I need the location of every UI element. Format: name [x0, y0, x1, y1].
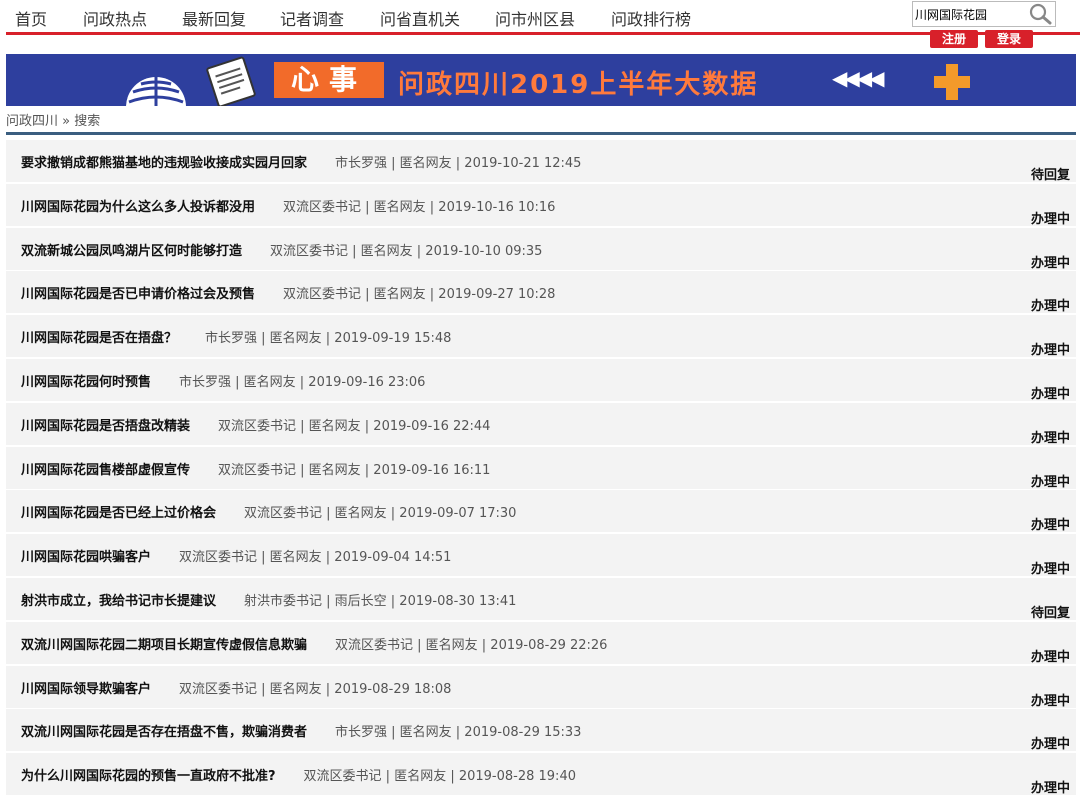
list-item-status: 待回复	[1030, 606, 1070, 621]
banner[interactable]: 心事 问政四川2019上半年大数据 ◀◀◀◀	[6, 54, 1076, 106]
list-item-status: 办理中	[1030, 387, 1070, 402]
list-item-meta: 市长罗强 | 匿名网友 | 2019-10-21 12:45	[335, 156, 582, 171]
list-item-status: 办理中	[1030, 518, 1070, 534]
list-item-meta: 双流区委书记 | 匿名网友 | 2019-09-07 17:30	[244, 506, 517, 522]
nav-provincial-agencies[interactable]: 问省直机关	[380, 6, 460, 30]
list-item-title[interactable]: 川网国际花园是否已经上过价格会 双流区委书记 | 匿名网友 | 2019-09-0…	[21, 502, 516, 521]
list-item-title-text[interactable]: 川网国际花园是否在捂盘？	[21, 331, 177, 346]
list-item-status: 办理中	[1030, 343, 1070, 359]
list-item-title[interactable]: 川网国际花园为什么这么多人投诉都没用 双流区委书记 | 匿名网友 | 2019-1…	[21, 196, 555, 215]
list-item[interactable]: 川网国际花园是否已经上过价格会 双流区委书记 | 匿名网友 | 2019-09-0…	[6, 490, 1076, 535]
list-item-title[interactable]: 川网国际花园是否在捂盘？ 市长罗强 | 匿名网友 | 2019-09-19 15:…	[21, 327, 451, 346]
nav-hot-topics[interactable]: 问政热点	[83, 6, 147, 30]
list-item[interactable]: 要求撤销成都熊猫基地的违规验收接成实园月回家 市长罗强 | 匿名网友 | 2019…	[6, 140, 1076, 184]
globe-icon	[126, 77, 186, 106]
list-item-title-text[interactable]: 川网国际花园何时预售	[21, 375, 151, 390]
list-item-title-text[interactable]: 川网国际花园售楼部虚假宣传	[21, 463, 190, 478]
list-item-status: 待回复	[1030, 168, 1070, 183]
nav-latest-replies[interactable]: 最新回复	[182, 6, 246, 30]
list-item-status: 办理中	[1030, 649, 1070, 665]
list-item-title[interactable]: 川网国际花园哄骗客户 双流区委书记 | 匿名网友 | 2019-09-04 14:…	[21, 546, 451, 565]
list-item-title[interactable]: 双流川网国际花园是否存在捂盘不售，欺骗消费者 市长罗强 | 匿名网友 | 2019…	[21, 721, 581, 740]
list-item[interactable]: 川网国际领导欺骗客户 双流区委书记 | 匿名网友 | 2019-08-29 18:…	[6, 665, 1076, 710]
list-item[interactable]: 双流川网国际花园是否存在捂盘不售，欺骗消费者 市长罗强 | 匿名网友 | 2019…	[6, 709, 1076, 754]
list-item[interactable]: 双流川网国际花园二期项目长期宣传虚假信息欺骗 双流区委书记 | 匿名网友 | 20…	[6, 621, 1076, 666]
list-item-meta: 市长罗强 | 匿名网友 | 2019-09-16 23:06	[179, 375, 426, 390]
list-item-meta: 双流区委书记 | 匿名网友 | 2019-09-16 16:11	[218, 462, 491, 478]
list-item-title[interactable]: 射洪市成立，我给书记市长提建议 射洪市委书记 | 雨后长空 | 2019-08-3…	[21, 590, 516, 609]
list-item-title[interactable]: 双流新城公园凤鸣湖片区何时能够打造 双流区委书记 | 匿名网友 | 2019-10…	[21, 240, 542, 259]
list-item[interactable]: 川网国际花园售楼部虚假宣传 双流区委书记 | 匿名网友 | 2019-09-16 …	[6, 446, 1076, 491]
register-button[interactable]: 注册	[930, 30, 978, 48]
nav-home[interactable]: 首页	[15, 6, 47, 30]
list-item-title[interactable]: 川网国际领导欺骗客户 双流区委书记 | 匿名网友 | 2019-08-29 18:…	[21, 678, 451, 697]
list-item[interactable]: 川网国际花园哄骗客户 双流区委书记 | 匿名网友 | 2019-09-04 14:…	[6, 534, 1076, 579]
list-item-status: 办理中	[1030, 693, 1070, 709]
list-item-status: 办理中	[1030, 737, 1070, 753]
banner-title: 问政四川2019上半年大数据	[398, 70, 759, 100]
list-item-status: 办理中	[1030, 474, 1070, 490]
list-item-meta: 射洪市委书记 | 雨后长空 | 2019-08-30 13:41	[244, 594, 517, 609]
list-item-meta: 市长罗强 | 匿名网友 | 2019-09-19 15:48	[205, 331, 452, 347]
list-item-meta: 双流区委书记 | 匿名网友 | 2019-08-29 22:26	[335, 637, 608, 653]
list-item[interactable]: 双流新城公园凤鸣湖片区何时能够打造 双流区委书记 | 匿名网友 | 2019-10…	[6, 227, 1076, 272]
list-item-status: 办理中	[1030, 430, 1070, 446]
list-item-title[interactable]: 川网国际花园是否捂盘改精装 双流区委书记 | 匿名网友 | 2019-09-16 …	[21, 415, 490, 434]
list-item-title[interactable]: 川网国际花园售楼部虚假宣传 双流区委书记 | 匿名网友 | 2019-09-16 …	[21, 459, 490, 478]
list-item-title-text[interactable]: 川网国际花园是否捂盘改精装	[21, 419, 190, 434]
nav-cities-counties[interactable]: 问市州区县	[495, 6, 575, 30]
list-item-title[interactable]: 为什么川网国际花园的预售一直政府不批准? 双流区委书记 | 匿名网友 | 2019…	[21, 765, 576, 784]
search-icon[interactable]	[1027, 3, 1053, 25]
list-item-title-text[interactable]: 川网国际花园为什么这么多人投诉都没用	[21, 200, 255, 215]
arrows-icon: ◀◀◀◀	[832, 66, 885, 90]
list-item-title-text[interactable]: 川网国际花园哄骗客户	[21, 550, 151, 565]
list-item-title-text[interactable]: 双流川网国际花园是否存在捂盘不售，欺骗消费者	[21, 725, 307, 740]
list-item-title-text[interactable]: 为什么川网国际花园的预售一直政府不批准?	[21, 769, 276, 784]
document-icon	[206, 56, 256, 106]
list-item-meta: 市长罗强 | 匿名网友 | 2019-08-29 15:33	[335, 725, 582, 741]
list-item-meta: 双流区委书记 | 匿名网友 | 2019-10-16 10:16	[283, 199, 556, 215]
list-item-title[interactable]: 双流川网国际花园二期项目长期宣传虚假信息欺骗 双流区委书记 | 匿名网友 | 20…	[21, 634, 607, 653]
list-item-meta: 双流区委书记 | 匿名网友 | 2019-10-10 09:35	[270, 243, 543, 259]
list-item-title-text[interactable]: 川网国际领导欺骗客户	[21, 682, 151, 697]
list-item[interactable]: 为什么川网国际花园的预售一直政府不批准? 双流区委书记 | 匿名网友 | 2019…	[6, 753, 1076, 798]
list-item-meta: 双流区委书记 | 匿名网友 | 2019-08-28 19:40	[303, 769, 576, 785]
list-item-title-text[interactable]: 双流新城公园凤鸣湖片区何时能够打造	[21, 244, 242, 259]
list-item-status: 办理中	[1030, 781, 1070, 797]
login-button[interactable]: 登录	[985, 30, 1033, 48]
list-item-status: 办理中	[1030, 255, 1070, 271]
nav-reporter-survey[interactable]: 记者调查	[280, 6, 344, 30]
list-item-meta: 双流区委书记 | 匿名网友 | 2019-09-27 10:28	[283, 287, 556, 303]
list-item-meta: 双流区委书记 | 匿名网友 | 2019-09-04 14:51	[179, 550, 452, 566]
list-item-title-text[interactable]: 川网国际花园是否已经上过价格会	[21, 506, 216, 521]
list-item[interactable]: 川网国际花园是否在捂盘？ 市长罗强 | 匿名网友 | 2019-09-19 15:…	[6, 315, 1076, 360]
search-input[interactable]	[913, 2, 1027, 26]
list-item-status: 办理中	[1030, 299, 1070, 315]
list-item-title-text[interactable]: 双流川网国际花园二期项目长期宣传虚假信息欺骗	[21, 638, 307, 653]
nav-divider	[6, 32, 1080, 35]
list-item-title-text[interactable]: 射洪市成立，我给书记市长提建议	[21, 594, 216, 609]
list-item[interactable]: 射洪市成立，我给书记市长提建议 射洪市委书记 | 雨后长空 | 2019-08-3…	[6, 578, 1076, 622]
list-item-title[interactable]: 川网国际花园是否已申请价格过会及预售 双流区委书记 | 匿名网友 | 2019-0…	[21, 283, 555, 302]
nav-rankings[interactable]: 问政排行榜	[611, 6, 691, 30]
list-item-status: 办理中	[1030, 211, 1070, 227]
list-item[interactable]: 川网国际花园为什么这么多人投诉都没用 双流区委书记 | 匿名网友 | 2019-1…	[6, 183, 1076, 228]
list-item[interactable]: 川网国际花园何时预售 市长罗强 | 匿名网友 | 2019-09-16 23:06…	[6, 359, 1076, 403]
list-item[interactable]: 川网国际花园是否已申请价格过会及预售 双流区委书记 | 匿名网友 | 2019-0…	[6, 271, 1076, 316]
list-item-title[interactable]: 要求撤销成都熊猫基地的违规验收接成实园月回家 市长罗强 | 匿名网友 | 2019…	[21, 152, 581, 171]
list-item[interactable]: 川网国际花园是否捂盘改精装 双流区委书记 | 匿名网友 | 2019-09-16 …	[6, 402, 1076, 447]
list-item-title[interactable]: 川网国际花园何时预售 市长罗强 | 匿名网友 | 2019-09-16 23:06	[21, 371, 425, 390]
list-item-status: 办理中	[1030, 562, 1070, 578]
top-nav: 首页 问政热点 最新回复 记者调查 问省直机关 问市州区县 问政排行榜	[0, 0, 1080, 32]
list-item-meta: 双流区委书记 | 匿名网友 | 2019-09-16 22:44	[218, 418, 491, 434]
search-box	[912, 1, 1056, 27]
list-item-title-text[interactable]: 川网国际花园是否已申请价格过会及预售	[21, 287, 255, 302]
list-item-meta: 双流区委书记 | 匿名网友 | 2019-08-29 18:08	[179, 681, 452, 697]
plus-icon	[934, 64, 970, 100]
list-item-title-text[interactable]: 要求撤销成都熊猫基地的违规验收接成实园月回家	[21, 156, 307, 171]
breadcrumb[interactable]: 问政四川 » 搜索	[6, 110, 100, 129]
content-divider	[6, 132, 1076, 135]
banner-tag: 心事	[274, 62, 384, 98]
